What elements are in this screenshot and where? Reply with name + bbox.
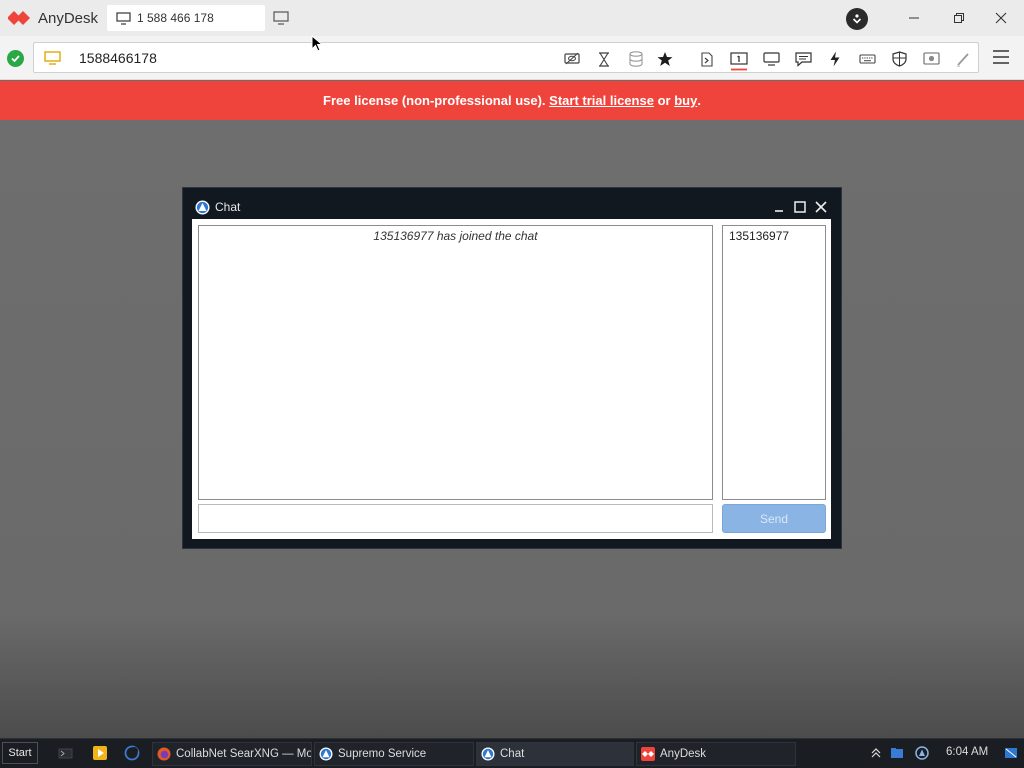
chat-body: 135136977 has joined the chat 135136977 … <box>192 219 831 539</box>
address-value: 1588466178 <box>79 50 157 66</box>
notification-icon[interactable] <box>1004 746 1018 760</box>
title-bar: AnyDesk 1 588 466 178 <box>0 0 1024 36</box>
anydesk-logo-icon <box>8 11 30 25</box>
permissions-icon[interactable] <box>890 51 908 67</box>
chat-window: Chat 135136977 has joined the chat 13513… <box>182 187 842 549</box>
app-name: AnyDesk <box>38 9 99 27</box>
participant-item: 135136977 <box>729 229 790 243</box>
chat-icon[interactable] <box>794 51 812 67</box>
task-chat[interactable]: Chat <box>476 742 634 766</box>
address-bar[interactable]: 1588466178 <box>33 42 979 73</box>
keyboard-icon[interactable] <box>858 51 876 67</box>
buy-link[interactable]: buy <box>674 93 697 108</box>
star-icon[interactable] <box>656 51 674 67</box>
hourglass-icon[interactable] <box>595 51 613 67</box>
display-icon[interactable] <box>762 51 780 67</box>
anydesk-icon <box>641 747 655 761</box>
remote-desktop-icon <box>44 51 61 65</box>
chat-close-icon[interactable] <box>814 200 828 214</box>
monitor-select-icon[interactable] <box>730 51 748 71</box>
supremo-logo-icon <box>195 200 210 214</box>
supremo-icon <box>319 747 333 761</box>
download-icon <box>852 14 862 24</box>
restore-button[interactable] <box>948 8 970 28</box>
cursor-icon <box>311 35 323 52</box>
connection-ok-icon <box>7 50 24 67</box>
start-trial-link[interactable]: Start trial license <box>549 93 654 108</box>
terminal-icon[interactable] <box>58 745 74 761</box>
supremo-icon <box>481 747 495 761</box>
chat-title: Chat <box>215 200 241 214</box>
folder-icon[interactable] <box>890 746 904 760</box>
license-or-text: or <box>653 93 675 108</box>
chat-title-bar[interactable]: Chat <box>191 196 833 218</box>
address-row: 1588466178 <box>0 36 1024 80</box>
record-icon[interactable] <box>922 51 940 67</box>
privacy-icon[interactable] <box>563 51 581 67</box>
license-period: . <box>697 93 701 108</box>
start-button[interactable]: Start <box>2 742 38 764</box>
task-label: AnyDesk <box>660 748 707 760</box>
tray-expand-icon[interactable] <box>869 746 883 760</box>
brand: AnyDesk <box>8 9 98 27</box>
clock: 6:04 AM <box>946 746 989 758</box>
database-icon[interactable] <box>627 51 645 67</box>
whiteboard-icon[interactable] <box>954 51 972 67</box>
chat-messages[interactable]: 135136977 has joined the chat <box>198 225 713 500</box>
task-supremo-service[interactable]: Supremo Service <box>314 742 474 766</box>
new-session-icon[interactable] <box>273 11 289 25</box>
session-tab-label: 1 588 466 178 <box>137 11 214 25</box>
monitor-icon <box>116 11 131 25</box>
send-button[interactable]: Send <box>722 504 826 533</box>
session-tab[interactable]: 1 588 466 178 <box>107 5 265 31</box>
minimize-button[interactable] <box>903 8 925 28</box>
chat-message: 135136977 has joined the chat <box>373 229 538 243</box>
chat-minimize-icon[interactable] <box>773 200 787 214</box>
file-transfer-icon[interactable] <box>698 51 716 67</box>
download-button[interactable] <box>846 8 868 30</box>
task-anydesk[interactable]: AnyDesk <box>636 742 796 766</box>
taskbar: Start CollabNet SearXNG — Mo... Supremo … <box>0 738 1024 768</box>
task-firefox[interactable]: CollabNet SearXNG — Mo... <box>152 742 312 766</box>
supremo-tray-icon[interactable] <box>915 746 929 760</box>
restore-icon <box>954 13 964 23</box>
task-label: Chat <box>500 748 525 760</box>
close-icon <box>995 12 1007 24</box>
minimize-icon <box>909 17 919 19</box>
firefox-icon <box>157 747 171 761</box>
license-banner: Free license (non-professional use). Sta… <box>0 81 1024 120</box>
actions-icon[interactable] <box>826 51 844 67</box>
task-label: Supremo Service <box>338 748 427 760</box>
task-label: CollabNet SearXNG — Mo... <box>176 748 312 760</box>
license-text: Free license (non-professional use). <box>323 93 550 108</box>
chat-input[interactable] <box>198 504 713 533</box>
media-player-icon[interactable] <box>92 745 108 761</box>
chat-maximize-icon[interactable] <box>793 200 807 214</box>
menu-icon[interactable] <box>992 49 1010 65</box>
close-button[interactable] <box>990 8 1012 28</box>
chat-participants[interactable]: 135136977 <box>722 225 826 500</box>
browser-icon[interactable] <box>124 745 140 761</box>
